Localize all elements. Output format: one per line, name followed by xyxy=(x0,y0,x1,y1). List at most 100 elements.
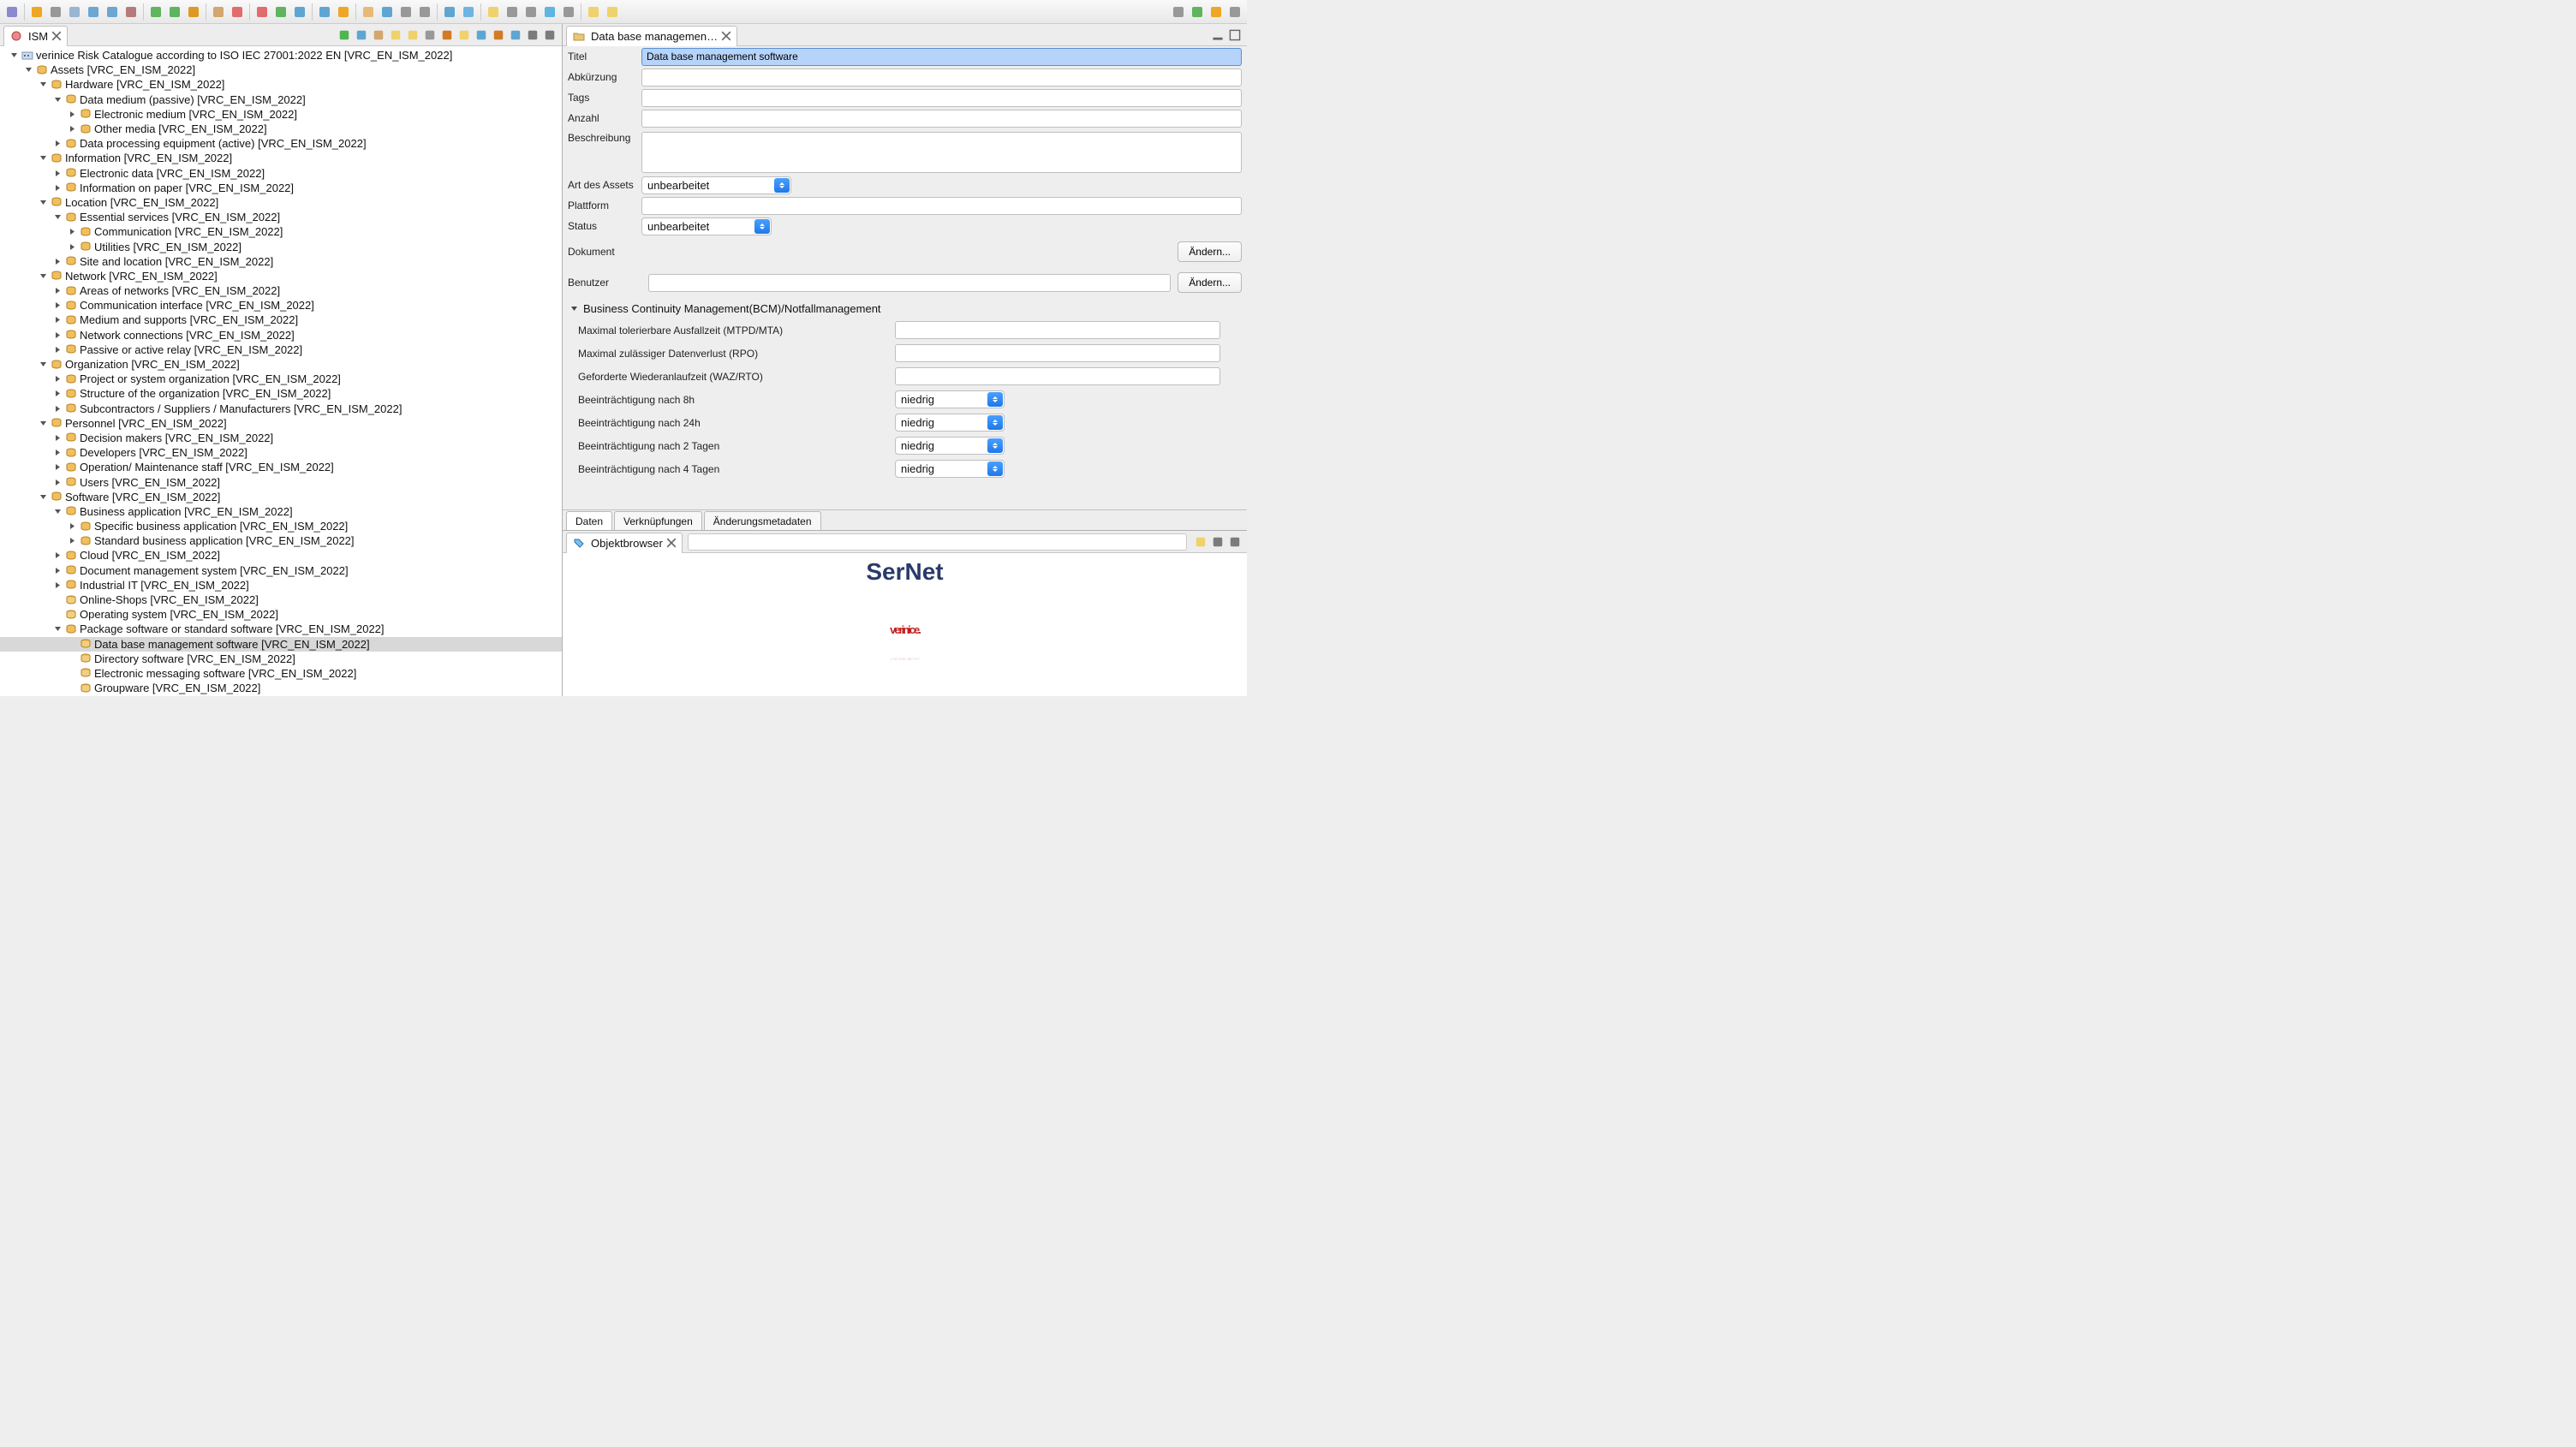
expand-icon[interactable] xyxy=(51,578,64,592)
tree-row[interactable]: Online-Shops [VRC_EN_ISM_2022] xyxy=(0,592,562,607)
select-b2d[interactable]: niedrig xyxy=(895,437,1005,455)
tree-row[interactable]: Organization [VRC_EN_ISM_2022] xyxy=(0,357,562,372)
tree-row[interactable]: Hardware [VRC_EN_ISM_2022] xyxy=(0,77,562,92)
tree-row[interactable]: Medium and supports [VRC_EN_ISM_2022] xyxy=(0,313,562,327)
fwd-icon[interactable] xyxy=(604,3,621,21)
collapse-icon[interactable] xyxy=(36,269,50,283)
close-icon[interactable] xyxy=(666,538,677,548)
tree-row[interactable]: Electronic medium [VRC_EN_ISM_2022] xyxy=(0,107,562,122)
tree-row[interactable]: Location [VRC_EN_ISM_2022] xyxy=(0,195,562,210)
select-art[interactable]: unbearbeitet xyxy=(641,176,791,194)
user-icon[interactable] xyxy=(1226,3,1243,21)
world-icon[interactable] xyxy=(541,3,558,21)
min-icon[interactable] xyxy=(525,27,540,43)
expand-icon[interactable] xyxy=(65,107,79,121)
tag-icon[interactable] xyxy=(460,3,477,21)
undo-icon[interactable] xyxy=(147,3,164,21)
book-icon[interactable] xyxy=(291,3,308,21)
tree-row[interactable]: Information [VRC_EN_ISM_2022] xyxy=(0,151,562,165)
copy-icon[interactable] xyxy=(66,3,83,21)
export-icon[interactable] xyxy=(441,3,458,21)
shield-icon[interactable] xyxy=(1189,3,1206,21)
tree-row[interactable]: Developers [VRC_EN_ISM_2022] xyxy=(0,445,562,460)
tree-row[interactable]: Operating system [VRC_EN_ISM_2022] xyxy=(0,607,562,622)
highlight-icon[interactable] xyxy=(456,27,472,43)
tree-row[interactable]: Industrial IT [VRC_EN_ISM_2022] xyxy=(0,578,562,592)
tree-row[interactable]: Communication interface [VRC_EN_ISM_2022… xyxy=(0,298,562,313)
tree-row[interactable]: Groupware [VRC_EN_ISM_2022] xyxy=(0,681,562,695)
tree-row[interactable]: Package software or standard software [V… xyxy=(0,622,562,636)
user-icon[interactable] xyxy=(397,3,414,21)
tree-row[interactable]: Subcontractors / Suppliers / Manufacture… xyxy=(0,402,562,416)
tree-row[interactable]: verinice Risk Catalogue according to ISO… xyxy=(0,48,562,63)
input-plattform[interactable] xyxy=(641,197,1242,215)
tree-row[interactable]: Data base management software [VRC_EN_IS… xyxy=(0,637,562,652)
bcm-section-header[interactable]: Business Continuity Management(BCM)/Notf… xyxy=(563,298,1247,319)
back-icon[interactable] xyxy=(388,27,403,43)
select-b8[interactable]: niedrig xyxy=(895,390,1005,408)
collapse-icon[interactable] xyxy=(51,504,64,518)
tree-row[interactable]: Information on paper [VRC_EN_ISM_2022] xyxy=(0,181,562,195)
chart1-icon[interactable] xyxy=(474,27,489,43)
minimize-icon[interactable] xyxy=(1210,27,1225,43)
expand-icon[interactable] xyxy=(51,328,64,342)
input-abk[interactable] xyxy=(641,68,1242,86)
tree-row[interactable]: Data processing equipment (active) [VRC_… xyxy=(0,136,562,151)
collapse-icon[interactable] xyxy=(51,211,64,224)
max-icon[interactable] xyxy=(542,27,558,43)
forward-icon[interactable] xyxy=(405,27,420,43)
input-benutzer[interactable] xyxy=(648,274,1171,292)
collapse-icon[interactable] xyxy=(51,92,64,106)
max-icon[interactable] xyxy=(1227,534,1243,550)
tree-row[interactable]: Data medium (passive) [VRC_EN_ISM_2022] xyxy=(0,92,562,107)
expand-icon[interactable] xyxy=(51,563,64,577)
expand-icon[interactable] xyxy=(51,431,64,444)
expand-icon[interactable] xyxy=(51,372,64,386)
check-icon[interactable] xyxy=(272,3,289,21)
highlight-icon[interactable] xyxy=(1193,534,1208,550)
change-user-button[interactable]: Ändern... xyxy=(1178,272,1242,293)
tree-row[interactable]: Personnel [VRC_EN_ISM_2022] xyxy=(0,416,562,431)
expand-icon[interactable] xyxy=(51,254,64,268)
select-status[interactable]: unbearbeitet xyxy=(641,217,772,235)
objektbrowser-search[interactable] xyxy=(688,533,1187,551)
close-icon[interactable] xyxy=(721,31,731,41)
input-titel[interactable] xyxy=(641,48,1242,66)
gear2-icon[interactable] xyxy=(253,3,271,21)
book2-icon[interactable] xyxy=(379,3,396,21)
tree-row[interactable]: Document management system [VRC_EN_ISM_2… xyxy=(0,563,562,578)
expand-icon[interactable] xyxy=(51,461,64,474)
save-icon[interactable] xyxy=(85,3,102,21)
tree-row[interactable]: Electronic messaging software [VRC_EN_IS… xyxy=(0,666,562,681)
input-beschr[interactable] xyxy=(641,132,1242,173)
expand-icon[interactable] xyxy=(51,446,64,460)
tree-row[interactable]: Other media [VRC_EN_ISM_2022] xyxy=(0,122,562,136)
chart2-icon[interactable] xyxy=(491,27,506,43)
input-mtpd[interactable] xyxy=(895,321,1220,339)
printer-icon[interactable] xyxy=(47,3,64,21)
expand-icon[interactable] xyxy=(65,520,79,533)
input-tags[interactable] xyxy=(641,89,1242,107)
collapse-icon[interactable] xyxy=(36,416,50,430)
expand-icon[interactable] xyxy=(51,475,64,489)
tree-row[interactable]: Network connections [VRC_EN_ISM_2022] xyxy=(0,328,562,342)
collapse-icon[interactable] xyxy=(36,195,50,209)
page-icon[interactable] xyxy=(316,3,333,21)
tree-row[interactable]: Network [VRC_EN_ISM_2022] xyxy=(0,269,562,283)
filter-icon[interactable] xyxy=(422,27,438,43)
editor-tab-daten[interactable]: Daten xyxy=(566,511,612,530)
save2-icon[interactable] xyxy=(104,3,121,21)
link-icon[interactable] xyxy=(522,3,540,21)
collapse-icon[interactable] xyxy=(7,49,21,63)
collapse-icon[interactable] xyxy=(21,63,35,77)
expand-icon[interactable] xyxy=(51,387,64,401)
home-icon[interactable] xyxy=(371,27,386,43)
folder-icon[interactable] xyxy=(360,3,377,21)
users-icon[interactable] xyxy=(416,3,433,21)
expand-icon[interactable] xyxy=(51,181,64,194)
stack-icon[interactable] xyxy=(335,3,352,21)
expand-icon[interactable] xyxy=(65,240,79,253)
tree-row[interactable]: Project or system organization [VRC_EN_I… xyxy=(0,372,562,386)
tree-row[interactable]: Assets [VRC_EN_ISM_2022] xyxy=(0,63,562,77)
redo-icon[interactable] xyxy=(166,3,183,21)
